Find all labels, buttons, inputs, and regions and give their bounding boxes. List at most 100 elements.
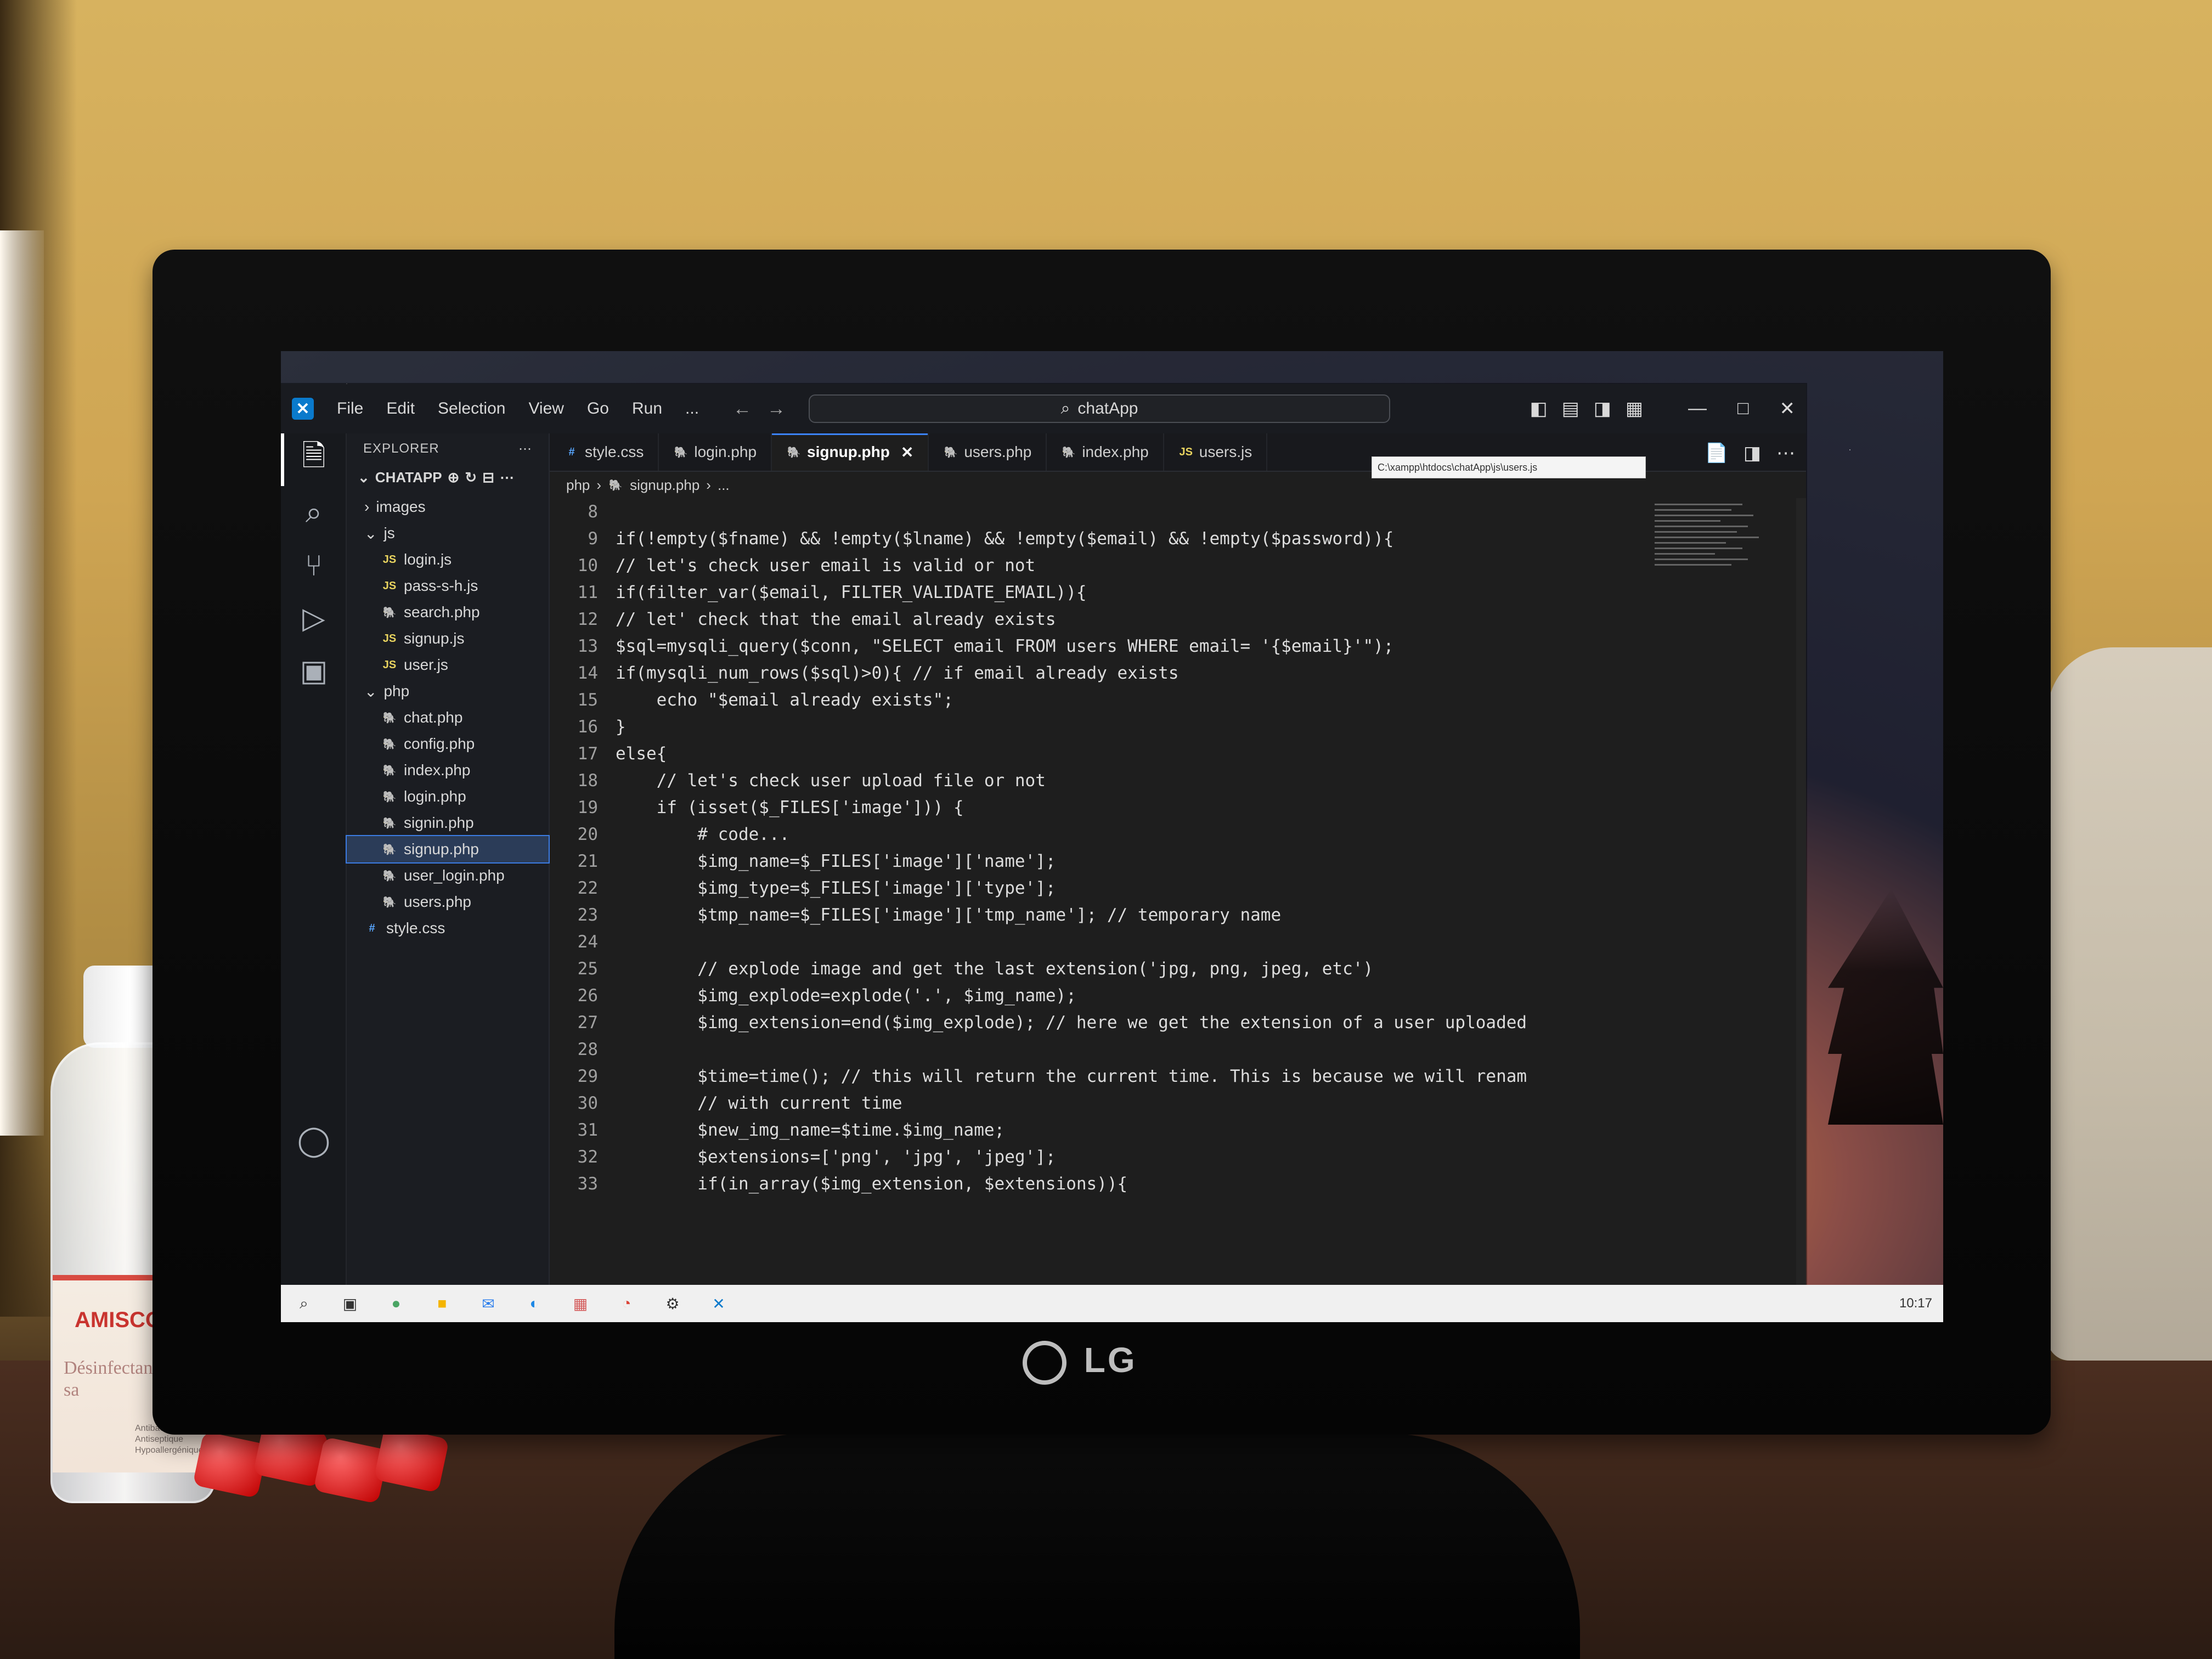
photos-icon[interactable]: ▦	[568, 1291, 592, 1316]
code-line[interactable]: 8	[572, 498, 1652, 525]
code-text[interactable]: $img_extension=end($img_explode); // her…	[616, 1013, 1527, 1032]
tree-item-config-php[interactable]: 🐘 config.php	[347, 731, 549, 757]
collapse-icon[interactable]: ⊟	[482, 469, 494, 486]
code-line[interactable]: 29 $time=time(); // this will return the…	[572, 1063, 1652, 1090]
menu-go[interactable]: Go	[587, 399, 609, 418]
code-line[interactable]: 31 $new_img_name=$time.$img_name;	[572, 1116, 1652, 1143]
close-icon[interactable]: ✕	[1780, 398, 1796, 420]
tree-item-login-js[interactable]: JS login.js	[347, 546, 549, 573]
tree-item-js[interactable]: ⌄ js	[347, 520, 549, 546]
minimize-icon[interactable]: —	[1688, 398, 1707, 420]
code-text[interactable]: $img_name=$_FILES['image']['name'];	[616, 851, 1056, 871]
code-text[interactable]: // let' check that the email already exi…	[616, 610, 1056, 629]
code-editor[interactable]: 8 9 if(!empty($fname) && !empty($lname) &&…	[550, 498, 1806, 1306]
minimap[interactable]	[1650, 498, 1771, 696]
extensions-icon[interactable]: ▣	[281, 644, 347, 697]
code-text[interactable]: $extensions=['png', 'jpg', 'jpeg'];	[616, 1147, 1056, 1167]
maximize-icon[interactable]: □	[1737, 398, 1749, 420]
tree-item-signin-php[interactable]: 🐘 signin.php	[347, 810, 549, 836]
task-view-icon[interactable]: ▣	[338, 1291, 362, 1316]
tree-item-user-login-php[interactable]: 🐘 user_login.php	[347, 862, 549, 889]
run-debug-icon[interactable]: ▷	[281, 591, 347, 644]
code-line[interactable]: 18 // let's check user upload file or no…	[572, 767, 1652, 794]
tab-users-php[interactable]: 🐘 users.php	[929, 433, 1047, 471]
code-line[interactable]: 20 # code...	[572, 821, 1652, 848]
code-text[interactable]: $img_explode=explode('.', $img_name);	[616, 986, 1076, 1006]
menu-edit[interactable]: Edit	[386, 399, 415, 418]
code-line[interactable]: 30 // with current time	[572, 1090, 1652, 1116]
breadcrumb-more[interactable]: ...	[718, 477, 730, 494]
code-line[interactable]: 10 // let's check user email is valid or …	[572, 552, 1652, 579]
tab-signup-php[interactable]: 🐘 signup.php ✕	[772, 433, 929, 471]
menu-file[interactable]: File	[337, 399, 363, 418]
code-line[interactable]: 11 if(filter_var($email, FILTER_VALIDATE_…	[572, 579, 1652, 606]
tree-item-login-php[interactable]: 🐘 login.php	[347, 783, 549, 810]
project-more-icon[interactable]: ⋯	[500, 469, 514, 486]
chrome-icon[interactable]: ◔	[614, 1291, 639, 1316]
tree-item-images[interactable]: › images	[347, 494, 549, 520]
tree-item-signup-php[interactable]: 🐘 signup.php	[346, 835, 550, 864]
command-center[interactable]: ⌕ chatApp	[809, 394, 1391, 423]
code-line[interactable]: 25 // explode image and get the last ext…	[572, 955, 1652, 982]
menu-run[interactable]: Run	[632, 399, 662, 418]
tab-login-php[interactable]: 🐘 login.php	[659, 433, 772, 471]
tree-item-style-css[interactable]: # style.css	[347, 915, 549, 941]
code-text[interactable]: // with current time	[616, 1093, 902, 1113]
toggle-secondary-sidebar-icon[interactable]: ◨	[1594, 398, 1611, 420]
code-line[interactable]: 14 if(mysqli_num_rows($sql)>0){ // if ema…	[572, 659, 1652, 686]
more-icon[interactable]: ⋯	[518, 441, 532, 457]
code-line[interactable]: 9 if(!empty($fname) && !empty($lname) && …	[572, 525, 1652, 552]
breadcrumb-php[interactable]: php	[566, 477, 590, 494]
account-icon[interactable]: ◯	[281, 1114, 347, 1166]
code-text[interactable]: echo "$email already exists";	[616, 690, 953, 710]
files-icon[interactable]: 🗎	[281, 433, 347, 486]
editor-scrollbar[interactable]	[1796, 498, 1806, 1305]
customize-layout-icon[interactable]: ▦	[1626, 398, 1643, 420]
edge-icon[interactable]: ◐	[522, 1291, 546, 1316]
code-text[interactable]: if (isset($_FILES['image'])) {	[616, 798, 964, 817]
search-icon[interactable]: ⌕	[281, 486, 347, 539]
refresh-icon[interactable]: ↻	[465, 469, 477, 486]
code-lines[interactable]: 8 9 if(!empty($fname) && !empty($lname) &&…	[572, 498, 1652, 1305]
breadcrumb-file[interactable]: signup.php	[630, 477, 699, 494]
tree-item-users-php[interactable]: 🐘 users.php	[347, 889, 549, 915]
code-text[interactable]: if(filter_var($email, FILTER_VALIDATE_EM…	[616, 583, 1087, 602]
chat-app-icon[interactable]: ●	[384, 1291, 408, 1316]
code-line[interactable]: 26 $img_explode=explode('.', $img_name);	[572, 982, 1652, 1009]
tab-users-js[interactable]: JS users.js	[1164, 433, 1268, 471]
search-icon[interactable]: ⌕	[292, 1291, 316, 1316]
code-text[interactable]: if(!empty($fname) && !empty($lname) && !…	[616, 529, 1393, 549]
tree-item-pass-s-h-js[interactable]: JS pass-s-h.js	[347, 573, 549, 599]
code-text[interactable]: // explode image and get the last extens…	[616, 959, 1373, 979]
close-tab-icon[interactable]: ✕	[901, 443, 913, 461]
editor-more-icon[interactable]: ⋯	[1776, 442, 1795, 464]
code-text[interactable]: $img_type=$_FILES['image']['type'];	[616, 878, 1056, 898]
code-line[interactable]: 22 $img_type=$_FILES['image']['type'];	[572, 874, 1652, 901]
code-text[interactable]: # code...	[616, 825, 789, 844]
code-text[interactable]: // let's check user upload file or not	[616, 771, 1046, 791]
code-line[interactable]: 19 if (isset($_FILES['image'])) {	[572, 794, 1652, 821]
code-line[interactable]: 32 $extensions=['png', 'jpg', 'jpeg'];	[572, 1143, 1652, 1170]
tree-item-index-php[interactable]: 🐘 index.php	[347, 757, 549, 783]
code-line[interactable]: 33 if(in_array($img_extension, $extensio…	[572, 1170, 1652, 1197]
code-text[interactable]: else{	[616, 744, 667, 764]
settings-icon[interactable]: ⚙	[661, 1291, 685, 1316]
code-line[interactable]: 16}	[572, 713, 1652, 740]
code-text[interactable]: $tmp_name=$_FILES['image']['tmp_name']; …	[616, 905, 1281, 925]
menu-view[interactable]: View	[528, 399, 563, 418]
code-line[interactable]: 28	[572, 1036, 1652, 1063]
menu-more[interactable]: ...	[685, 399, 699, 418]
new-file-icon[interactable]: ⊕	[448, 469, 460, 486]
code-text[interactable]: $time=time(); // this will return the cu…	[616, 1066, 1527, 1086]
tab-index-php[interactable]: 🐘 index.php	[1047, 433, 1164, 471]
menu-selection[interactable]: Selection	[438, 399, 505, 418]
back-arrow-icon[interactable]: ←	[733, 398, 752, 420]
code-line[interactable]: 12 // let' check that the email already e…	[572, 606, 1652, 633]
tree-item-php-folder[interactable]: ⌄ php	[347, 678, 549, 704]
code-line[interactable]: 13 $sql=mysqli_query($conn, "SELECT email…	[572, 633, 1652, 659]
tab-style-css[interactable]: # style.css	[550, 433, 659, 471]
code-line[interactable]: 21 $img_name=$_FILES['image']['name'];	[572, 848, 1652, 874]
code-text[interactable]: }	[616, 717, 626, 737]
code-text[interactable]: $sql=mysqli_query($conn, "SELECT email F…	[616, 636, 1393, 656]
mail-icon[interactable]: ✉	[476, 1291, 500, 1316]
